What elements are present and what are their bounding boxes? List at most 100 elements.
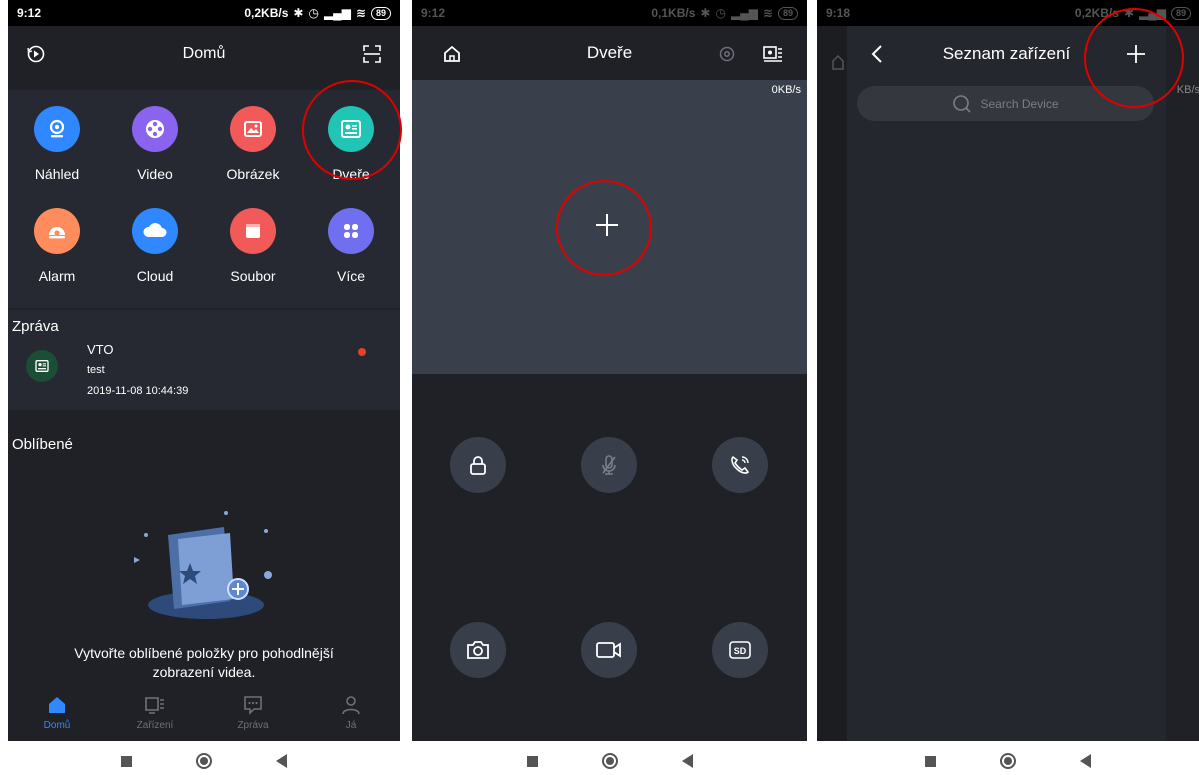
- page-title: Domů: [182, 45, 226, 62]
- tile-label: Alarm: [38, 268, 76, 284]
- tab-home[interactable]: Domů: [8, 688, 106, 741]
- chevron-left-icon: [871, 45, 882, 63]
- playback-history-icon[interactable]: [22, 40, 50, 68]
- folder-icon: [230, 208, 276, 254]
- device-list-drawer: Seznam zařízení Search Device: [847, 26, 1166, 741]
- bluetooth-icon: ✱: [293, 6, 304, 20]
- tile-label: Dveře: [332, 166, 370, 182]
- status-time: 9:18: [826, 6, 851, 20]
- user-icon: [342, 696, 360, 715]
- alarm-clock-icon: ◷: [308, 6, 319, 20]
- tile-nahled[interactable]: Náhled: [8, 90, 106, 190]
- device-list-screen: 9:18 0,2KB/s ✱ ▂▄▆ 89 KB/s Seznam zaříze…: [817, 0, 1199, 741]
- back-triangle-icon[interactable]: [681, 754, 693, 768]
- signal-icon: ▂▄▆: [323, 6, 351, 20]
- tile-alarm[interactable]: Alarm: [8, 192, 106, 292]
- microphone-button[interactable]: [581, 437, 637, 493]
- more-apps-icon: [328, 208, 374, 254]
- alarm-icon: [34, 208, 80, 254]
- door-station-icon: [26, 350, 58, 382]
- video-camera-icon: [596, 642, 621, 658]
- tile-soubor[interactable]: Soubor: [204, 192, 302, 292]
- alarm-clock-icon: ◷: [715, 6, 726, 20]
- tile-label: Soubor: [230, 268, 276, 284]
- picture-icon: [230, 106, 276, 152]
- tile-dvere[interactable]: Dveře: [302, 90, 400, 190]
- battery-indicator: 89: [1170, 6, 1191, 20]
- snapshot-button[interactable]: [450, 622, 506, 678]
- svg-text:SD: SD: [734, 646, 747, 656]
- status-bar: 9:12 0,1KB/s ✱ ◷ ▂▄▆ ≋ 89: [412, 0, 807, 26]
- add-device-button[interactable]: [1122, 40, 1150, 68]
- status-bar: 9:18 0,2KB/s ✱ ▂▄▆ 89: [817, 0, 1199, 26]
- back-triangle-icon[interactable]: [276, 754, 287, 768]
- network-speed: 0,1KB/s: [651, 6, 696, 20]
- sd-card-button[interactable]: SD: [712, 622, 768, 678]
- scan-qr-icon[interactable]: [358, 40, 386, 68]
- status-bar: 9:12 0,2KB/s ✱ ◷ ▂▄▆ ≋ 89: [8, 0, 400, 26]
- home-circle-icon[interactable]: [601, 753, 618, 769]
- message-device-name: VTO: [87, 342, 114, 357]
- door-header: Dveře: [412, 26, 807, 80]
- microphone-muted-icon: [602, 455, 616, 475]
- status-time: 9:12: [421, 6, 446, 20]
- signal-icon: ▂▄▆: [730, 6, 758, 20]
- bluetooth-icon: ✱: [700, 6, 711, 20]
- tile-vice[interactable]: Více: [302, 192, 400, 292]
- background-screen: KB/s: [1166, 26, 1199, 741]
- call-button[interactable]: [712, 437, 768, 493]
- tab-me[interactable]: Já: [302, 688, 400, 741]
- tab-devices[interactable]: Zařízení: [106, 688, 204, 741]
- battery-indicator: 89: [777, 6, 798, 20]
- stream-speed: 0KB/s: [771, 84, 801, 96]
- drawer-header: Seznam zařízení: [847, 26, 1166, 82]
- network-speed: 0,2KB/s: [1074, 6, 1119, 20]
- system-nav-bar: [412, 750, 807, 772]
- search-placeholder: Search Device: [980, 96, 1059, 111]
- back-triangle-icon[interactable]: [1080, 754, 1091, 768]
- unread-dot: [358, 348, 366, 356]
- page-title: Dveře: [586, 43, 633, 62]
- message-icon: [244, 696, 262, 715]
- search-icon: [953, 94, 972, 113]
- home-screen: 9:12 0,2KB/s ✱ ◷ ▂▄▆ ≋ 89 Domů Náhled Vi…: [8, 0, 400, 741]
- background-screen: [817, 26, 847, 741]
- tab-messages[interactable]: Zpráva: [204, 688, 302, 741]
- tile-label: Více: [336, 268, 365, 284]
- status-time: 9:12: [17, 6, 42, 20]
- wifi-icon: ≋: [355, 6, 366, 20]
- search-input[interactable]: Search Device: [857, 86, 1154, 121]
- tile-cloud[interactable]: Cloud: [106, 192, 204, 292]
- home-outline-icon[interactable]: [438, 40, 466, 68]
- message-section[interactable]: Zpráva VTO test 2019-11-08 10:44:39: [8, 310, 400, 410]
- back-button[interactable]: [863, 40, 891, 68]
- recent-apps-icon[interactable]: [925, 755, 936, 767]
- camera-lens-icon: [34, 106, 80, 152]
- recent-apps-icon[interactable]: [526, 755, 538, 767]
- feature-grid: Náhled Video Obrázek Dveře Alarm Cloud S…: [8, 90, 400, 308]
- settings-gear-icon[interactable]: [713, 40, 741, 68]
- device-list-icon[interactable]: [759, 40, 787, 68]
- plus-icon: [596, 214, 618, 236]
- home-icon: [49, 697, 65, 713]
- signal-icon: ▂▄▆: [1139, 6, 1166, 20]
- record-button[interactable]: [581, 622, 637, 678]
- home-header: Domů: [8, 26, 400, 82]
- tile-label: Obrázek: [226, 166, 280, 182]
- bottom-tab-bar: Domů Zařízení Zpráva Já: [8, 688, 400, 741]
- stream-speed: KB/s: [1176, 84, 1199, 96]
- tile-label: Náhled: [34, 166, 80, 182]
- recent-apps-icon[interactable]: [121, 755, 132, 767]
- home-circle-icon[interactable]: [1000, 753, 1016, 769]
- tile-video[interactable]: Video: [106, 90, 204, 190]
- message-timestamp: 2019-11-08 10:44:39: [87, 385, 189, 397]
- add-device-button[interactable]: [582, 200, 632, 250]
- unlock-button[interactable]: [450, 437, 506, 493]
- door-station-icon: [328, 106, 374, 152]
- empty-favorites-illustration: [134, 511, 272, 619]
- home-circle-icon[interactable]: [196, 753, 212, 769]
- video-preview-area: 0KB/s: [412, 80, 807, 374]
- tile-obrazek[interactable]: Obrázek: [204, 90, 302, 190]
- camera-icon: [467, 641, 489, 659]
- message-body: test: [87, 364, 105, 376]
